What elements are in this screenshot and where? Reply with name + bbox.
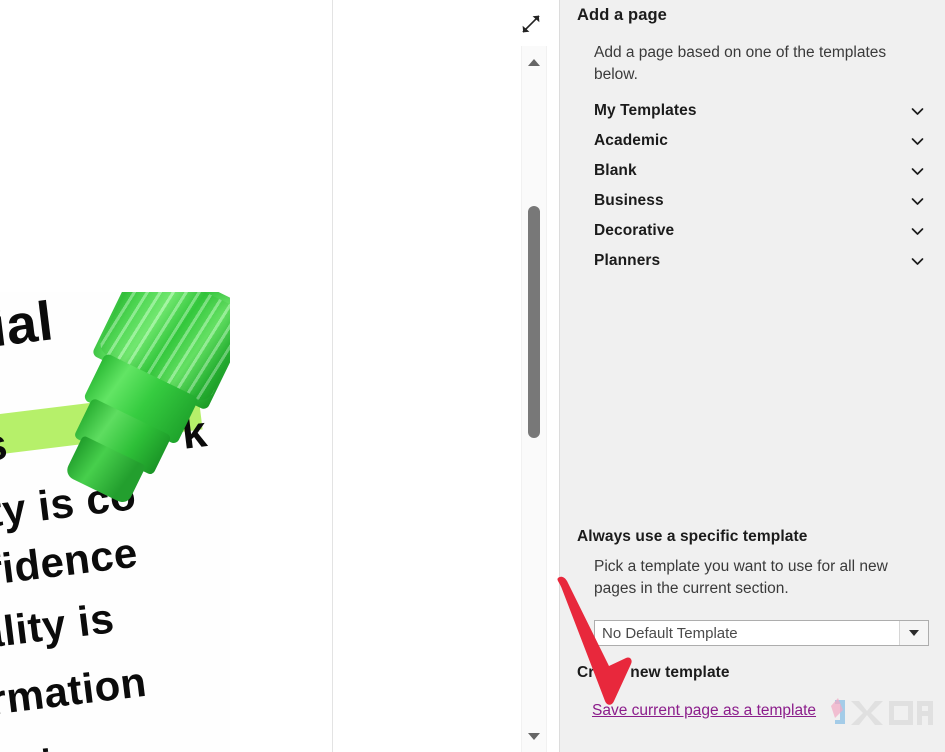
template-category-blank[interactable]: Blank — [560, 156, 945, 186]
canvas-whitespace — [333, 0, 516, 752]
chevron-down-icon[interactable] — [910, 254, 924, 268]
section-heading-always-use: Always use a specific template — [577, 528, 808, 545]
section-body-always-use: Pick a template you want to use for all … — [594, 558, 888, 597]
default-template-value: No Default Template — [602, 624, 738, 642]
template-category-my-templates[interactable]: My Templates — [560, 96, 945, 126]
chevron-down-icon[interactable] — [910, 224, 924, 238]
template-category-academic[interactable]: Academic — [560, 126, 945, 156]
scrollbar-thumb[interactable] — [528, 206, 540, 438]
doc-text-line: tial — [0, 292, 57, 361]
doc-text-line: ormation — [0, 657, 150, 727]
scroll-down-button[interactable] — [522, 724, 546, 748]
template-category-business[interactable]: Business — [560, 186, 945, 216]
template-category-label: Academic — [594, 132, 669, 149]
save-current-page-as-template-link[interactable]: Save current page as a template — [592, 702, 816, 720]
chevron-down-icon[interactable] — [910, 194, 924, 208]
template-category-label: Business — [594, 192, 664, 209]
triangle-down-icon — [528, 732, 540, 740]
template-category-label: My Templates — [594, 102, 697, 119]
page-canvas[interactable]: tial is k lity is co nfidence iality is … — [0, 0, 332, 752]
template-category-label: Decorative — [594, 222, 675, 239]
dropdown-toggle-button[interactable] — [899, 621, 928, 645]
expand-diagonal-arrow-icon[interactable] — [517, 10, 545, 38]
always-use-template-section: Always use a specific template Pick a te… — [560, 528, 945, 600]
doc-text-line: i — [39, 741, 55, 752]
pane-description: Add a page based on one of the templates… — [594, 44, 887, 83]
section-heading-create-new: Create new template — [577, 664, 730, 681]
triangle-up-icon — [528, 58, 540, 66]
doc-text-line: iality is — [0, 594, 117, 659]
template-category-list: My Templates Academic Blank Business Dec… — [560, 96, 945, 276]
app-screenshot: tial is k lity is co nfidence iality is … — [0, 0, 945, 752]
caret-down-icon — [909, 630, 919, 636]
chevron-down-icon[interactable] — [910, 104, 924, 118]
scroll-up-button[interactable] — [522, 50, 546, 74]
vertical-scrollbar[interactable] — [521, 46, 547, 752]
highlighter-photo: tial is k lity is co nfidence iality is … — [0, 292, 230, 752]
template-category-planners[interactable]: Planners — [560, 246, 945, 276]
default-template-dropdown[interactable]: No Default Template — [594, 620, 929, 646]
chevron-down-icon[interactable] — [910, 134, 924, 148]
doc-text-line: nfidence — [0, 528, 141, 597]
template-category-decorative[interactable]: Decorative — [560, 216, 945, 246]
template-category-label: Planners — [594, 252, 661, 269]
page-title: Add a page — [577, 6, 667, 24]
chevron-down-icon[interactable] — [910, 164, 924, 178]
template-category-label: Blank — [594, 162, 637, 179]
create-new-template-section: Create new template — [560, 664, 945, 682]
